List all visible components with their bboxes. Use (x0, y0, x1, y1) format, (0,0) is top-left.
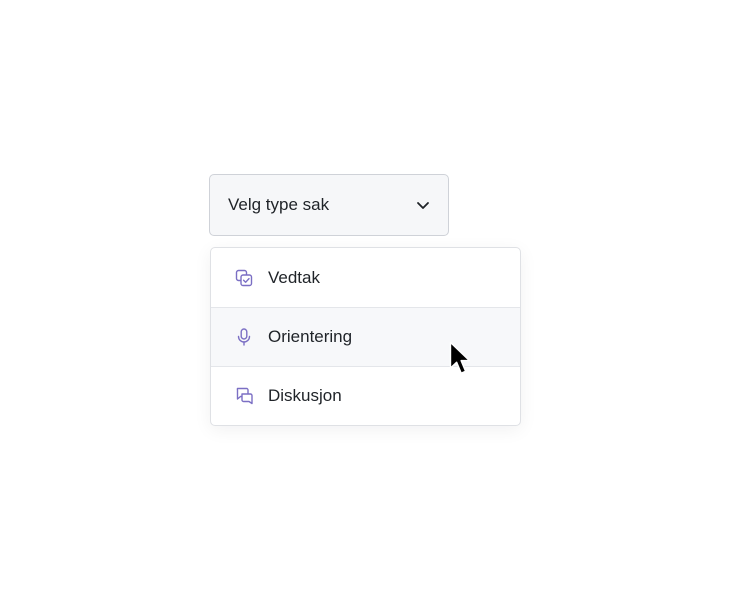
select-value: Velg type sak (228, 195, 330, 214)
case-type-select[interactable]: Velg type sak (209, 174, 449, 236)
menu-item-orientering[interactable]: Orientering (211, 307, 520, 366)
menu-item-vedtak[interactable]: Vedtak (211, 248, 520, 307)
menu-item-diskusjon[interactable]: Diskusjon (211, 366, 520, 425)
menu-item-label: Vedtak (268, 267, 320, 287)
microphone-icon (234, 327, 254, 347)
copy-check-icon (234, 268, 254, 288)
chat-bubbles-icon (234, 386, 254, 406)
case-type-menu: Vedtak Orientering Diskusjon (210, 247, 521, 426)
stage: Velg type sak Vedtak Orientering Diskusj… (0, 0, 750, 600)
menu-item-label: Diskusjon (268, 386, 342, 405)
menu-item-label: Orientering (268, 327, 353, 346)
chevron-down-icon (415, 197, 431, 213)
